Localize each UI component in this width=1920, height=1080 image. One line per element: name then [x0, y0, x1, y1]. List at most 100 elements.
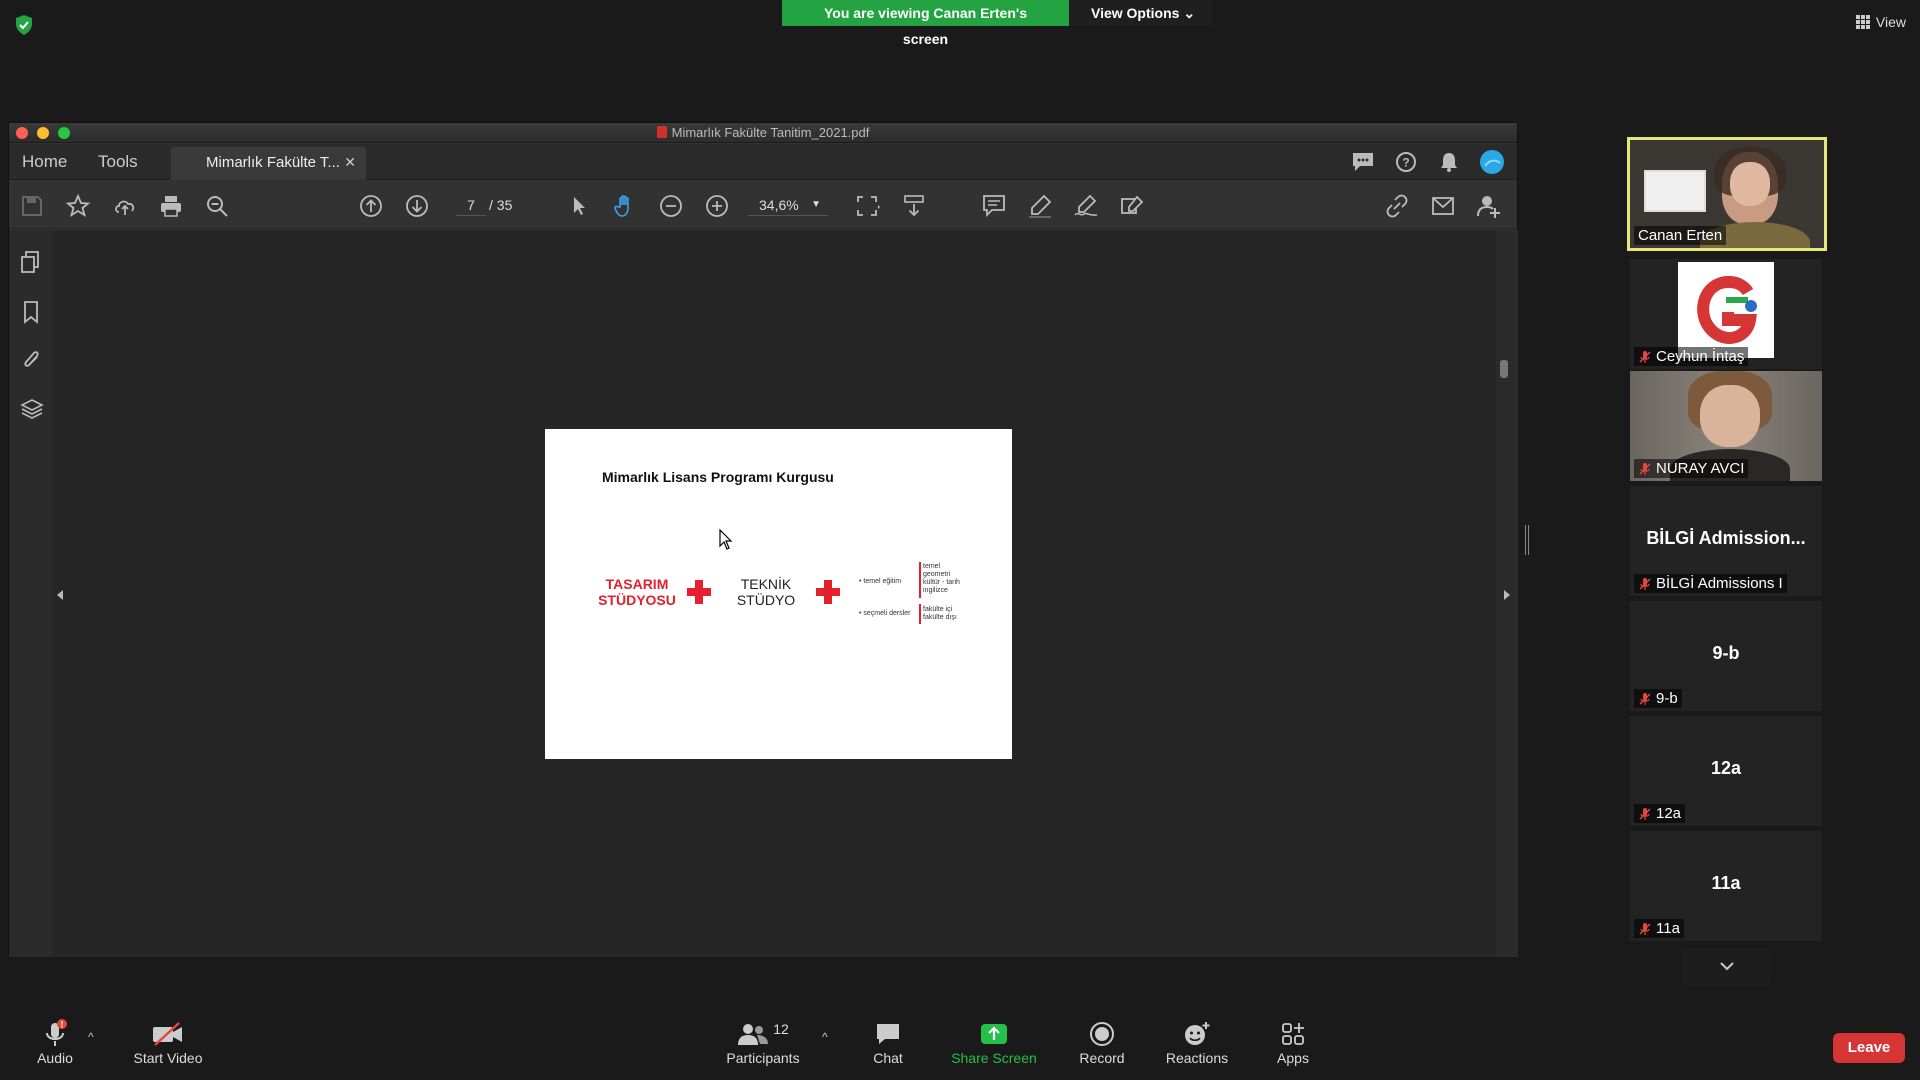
participant-name: 9-b: [1634, 689, 1682, 708]
participant-tile[interactable]: Ceyhun İntaş: [1630, 259, 1822, 369]
zoom-level-value: 34,6%: [759, 197, 799, 213]
record-button[interactable]: Record: [1075, 1018, 1129, 1066]
document-tab[interactable]: Mimarlık Fakülte T... ✕: [171, 147, 366, 180]
list-fakulte-ici: fakülte içi: [923, 606, 953, 613]
participant-tile[interactable]: 11a 11a: [1630, 831, 1822, 941]
view-button[interactable]: View: [1855, 14, 1906, 30]
participant-name: 12a: [1634, 804, 1686, 823]
participant-tile[interactable]: BİLGİ Admission... BİLGİ Admissions I: [1630, 486, 1822, 596]
participant-tile[interactable]: 9-b 9-b: [1630, 601, 1822, 711]
upload-cloud-icon[interactable]: [112, 193, 138, 219]
view-options-label: View Options: [1091, 5, 1180, 21]
expand-right-panel-icon[interactable]: [1504, 590, 1510, 600]
page-fit-icon[interactable]: [854, 193, 880, 219]
apps-button[interactable]: Apps: [1275, 1018, 1311, 1066]
list-fakulte-disi: fakülte dışı: [923, 614, 957, 621]
maximize-window-button[interactable]: [58, 127, 70, 139]
search-zoom-icon[interactable]: [204, 193, 230, 219]
chat-button[interactable]: Chat: [868, 1018, 908, 1066]
pdf-file-icon: [656, 126, 667, 138]
participant-tile-active[interactable]: Canan Erten: [1627, 137, 1827, 251]
window-titlebar: Mimarlık Fakülte Tanitim_2021.pdf: [9, 123, 1517, 143]
page-thumbnails-icon[interactable]: [20, 250, 42, 274]
list-temel-egitim: • temel eğitim: [859, 578, 902, 585]
menu-tools[interactable]: Tools: [98, 152, 138, 172]
teknik-line: TEKNİK: [740, 576, 792, 592]
share-screen-button[interactable]: Share Screen: [950, 1018, 1038, 1066]
list-fakulte-details: fakülte içi fakülte dışı: [923, 606, 957, 622]
tasarim-line: TASARIM: [605, 576, 669, 592]
start-video-button[interactable]: Start Video: [128, 1018, 208, 1066]
close-window-button[interactable]: [16, 127, 28, 139]
next-page-icon[interactable]: [404, 193, 430, 219]
page-number-input[interactable]: 7: [456, 194, 486, 216]
security-shield-icon[interactable]: [14, 14, 34, 36]
close-tab-icon[interactable]: ✕: [344, 154, 356, 171]
participant-name: Ceyhun İntaş: [1634, 347, 1749, 366]
participant-tile[interactable]: 12a 12a: [1630, 716, 1822, 826]
mic-muted-icon: [1639, 462, 1651, 475]
reactions-button[interactable]: Reactions: [1165, 1018, 1229, 1066]
help-icon[interactable]: ?: [1395, 151, 1417, 173]
participants-count: 12: [773, 1021, 789, 1037]
scroll-mode-icon[interactable]: [901, 193, 927, 219]
speaker-face: [1730, 162, 1770, 206]
menu-home[interactable]: Home: [22, 152, 67, 172]
window-title: Mimarlık Fakülte Tanitim_2021.pdf: [671, 125, 870, 140]
hand-tool-icon[interactable]: [612, 193, 638, 219]
plus-icon: [687, 580, 711, 604]
sign-icon[interactable]: [1073, 193, 1099, 219]
layers-icon[interactable]: [20, 397, 44, 421]
bell-icon[interactable]: [1439, 151, 1459, 173]
email-icon[interactable]: [1430, 193, 1456, 219]
zoom-in-icon[interactable]: [704, 193, 730, 219]
highlight-pen-icon[interactable]: [1027, 193, 1053, 219]
select-cursor-icon[interactable]: [566, 193, 592, 219]
minimize-window-button[interactable]: [37, 127, 49, 139]
list-temel-item: temel: [923, 563, 941, 570]
star-icon[interactable]: [65, 193, 91, 219]
audio-button[interactable]: ! Audio: [30, 1018, 80, 1066]
leave-button[interactable]: Leave: [1833, 1033, 1905, 1063]
view-options-button[interactable]: View Options ⌄: [1069, 0, 1212, 26]
list-kultur-item: kültür - tarih: [923, 579, 960, 586]
add-person-icon[interactable]: [1476, 193, 1502, 219]
zoom-out-icon[interactable]: [658, 193, 684, 219]
bookmark-icon[interactable]: [21, 300, 41, 324]
scrollbar-thumb[interactable]: [1500, 360, 1508, 378]
share-link-icon[interactable]: [1384, 193, 1410, 219]
share-banner-text: You are viewing Canan Erten's screen: [782, 0, 1069, 47]
audio-label: Audio: [37, 1050, 73, 1066]
participant-tile[interactable]: NURAY AVCI: [1630, 371, 1822, 481]
zoom-level-select[interactable]: 34,6% ▼: [749, 194, 827, 216]
save-icon[interactable]: [19, 193, 45, 219]
g-logo-icon: [1697, 276, 1757, 344]
audio-options-caret-icon[interactable]: ^: [88, 1030, 94, 1044]
chevron-down-icon: ▼: [811, 199, 821, 210]
edit-document-icon[interactable]: [1119, 193, 1145, 219]
attachment-icon[interactable]: [21, 348, 43, 372]
mic-muted-icon: [1639, 807, 1651, 820]
whiteboard-background: [1644, 170, 1706, 212]
share-screen-label: Share Screen: [951, 1050, 1037, 1066]
participants-button[interactable]: 12 Participants: [720, 1018, 806, 1066]
panel-resize-handle[interactable]: [1525, 525, 1529, 555]
share-screen-icon: [981, 1024, 1007, 1044]
account-avatar-icon[interactable]: [1480, 150, 1504, 174]
comments-icon[interactable]: [1351, 151, 1375, 173]
list-secmeli-dersler: • seçmeli dersler: [859, 610, 911, 617]
collapse-left-panel-icon[interactable]: [57, 590, 63, 600]
previous-page-icon[interactable]: [358, 193, 384, 219]
participant-display-name: 12a: [1710, 758, 1742, 778]
scroll-participants-down-button[interactable]: [1683, 948, 1771, 986]
participant-name: 11a: [1634, 919, 1684, 938]
reactions-label: Reactions: [1165, 1050, 1229, 1066]
participant-display-name: 9-b: [1712, 643, 1740, 663]
comment-icon[interactable]: [981, 193, 1007, 219]
participants-options-caret-icon[interactable]: ^: [822, 1030, 828, 1044]
acrobat-toolbar: 7 / 35 34,6% ▼: [9, 181, 1517, 229]
print-icon[interactable]: [158, 193, 184, 219]
right-panel-rail: [1496, 230, 1518, 957]
mouse-cursor-icon: [719, 529, 733, 550]
tasarim-studyosu-text: TASARIM STÜDYOSU: [587, 576, 687, 608]
